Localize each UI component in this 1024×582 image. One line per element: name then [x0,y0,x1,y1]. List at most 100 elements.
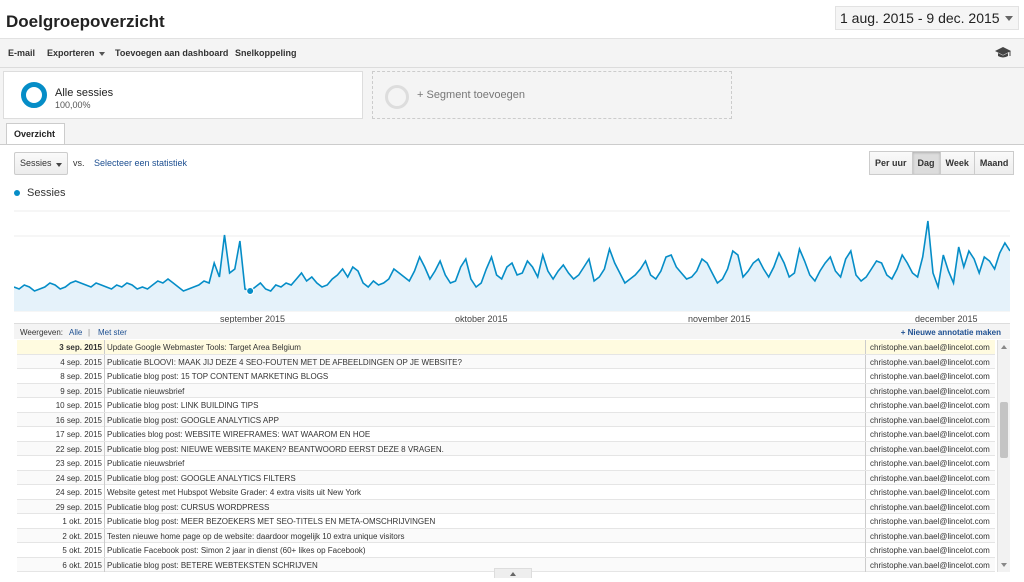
add-to-dashboard-button[interactable]: Toevoegen aan dashboard [115,48,228,58]
title-bar: Doelgroepoverzicht 1 aug. 2015 - 9 dec. … [0,0,1024,38]
annotation-row[interactable]: 3 sep. 2015 Update Google Webmaster Tools… [17,340,995,355]
annotation-date: 16 sep. 2015 [55,415,102,425]
annotation-user: christophe.van.bael@lincelot.com [865,543,995,557]
legend-label: Sessies [27,187,66,199]
annotation-user: christophe.van.bael@lincelot.com [865,340,995,354]
annotations-panel: Weergeven: Alle | Met ster + Nieuwe anno… [14,323,1010,575]
annotation-row[interactable]: 17 sep. 2015 Publicaties blog post: WEBSI… [17,427,995,442]
annotation-row[interactable]: 22 sep. 2015 Publicatie blog post: NIEUWE… [17,441,995,456]
highlight-point[interactable] [246,287,255,295]
date-range-picker[interactable]: 1 aug. 2015 - 9 dec. 2015 [835,6,1019,30]
filter-separator: | [88,328,91,337]
annotation-date: 4 sep. 2015 [60,357,102,367]
sessions-chart [14,210,1010,312]
annotation-text: Testen nieuwe home page op de website: d… [104,528,862,543]
annotation-date: 5 okt. 2015 [62,546,102,555]
add-segment-button[interactable]: + Segment toevoegen [372,71,732,119]
segment-area: Alle sessies 100,00% + Segment toevoegen [0,68,1024,144]
annotation-row[interactable]: 1 okt. 2015 Publicatie blog post: MEER BE… [17,514,995,529]
vs-label: vs. [73,158,85,168]
graduation-cap-icon[interactable] [995,46,1011,60]
legend-dot [14,190,20,196]
annotation-date: 23 sep. 2015 [55,459,102,468]
granularity-hour-button[interactable]: Per uur [869,151,913,175]
annotation-text: Publicatie blog post: 15 TOP CONTENT MAR… [104,369,862,383]
annotation-row[interactable]: 24 sep. 2015 Website getest met Hubspot W… [17,485,995,500]
segment-ring-icon [21,82,47,108]
annotation-user: christophe.van.bael@lincelot.com [865,441,995,456]
annotation-user: christophe.van.bael@lincelot.com [865,369,995,383]
metric-select-label: Sessies [20,158,52,168]
shortcut-button[interactable]: Snelkoppeling [235,48,297,58]
annotation-text: Publicaties blog post: WEBSITE WIREFRAME… [104,427,862,441]
annotation-row[interactable]: 9 sep. 2015 Publicatie nieuwsbrief christo… [17,383,995,398]
annotation-text: Publicatie blog post: LINK BUILDING TIPS [104,398,862,412]
scroll-up-icon[interactable] [1001,345,1007,349]
annotation-user: christophe.van.bael@lincelot.com [865,412,995,427]
annotation-text: Publicatie blog post: NIEUWE WEBSITE MAK… [104,441,862,456]
annotation-row[interactable]: 5 okt. 2015 Publicatie Facebook post: Sim… [17,543,995,558]
annotation-date: 22 sep. 2015 [55,444,102,454]
annotation-row[interactable]: 24 sep. 2015 Publicatie blog post: GOOGLE… [17,470,995,485]
scroll-down-icon[interactable] [1001,563,1007,567]
granularity-month-button[interactable]: Maand [973,151,1015,175]
annotation-text: Update Google Webmaster Tools: Target Ar… [104,340,862,354]
annotation-row[interactable]: 23 sep. 2015 Publicatie nieuwsbrief christ… [17,456,995,471]
annotation-row[interactable]: 4 sep. 2015 Publicatie BLOOVI: MAAK JIJ D… [17,354,995,369]
annotation-text: Publicatie blog post: CURSUS WORDPRESS [104,499,862,514]
annotations-header: Weergeven: Alle | Met ster + Nieuwe anno… [14,323,1010,339]
show-label: Weergeven: [20,328,63,337]
report-toolbar: E-mail Exporteren Toevoegen aan dashboar… [0,38,1024,68]
annotation-date: 24 sep. 2015 [55,488,102,497]
annotation-user: christophe.van.bael@lincelot.com [865,383,995,398]
annotation-user: christophe.van.bael@lincelot.com [865,398,995,412]
filter-starred-link[interactable]: Met ster [98,328,127,337]
main-panel: Sessies vs. Selecteer een statistiek Per… [0,145,1024,582]
annotation-row[interactable]: 16 sep. 2015 Publicatie blog post: GOOGLE… [17,412,995,427]
annotation-text: Publicatie nieuwsbrief [104,383,862,398]
page-title: Doelgroepoverzicht [6,12,165,31]
annotations-table: 3 sep. 2015 Update Google Webmaster Tools… [17,340,995,572]
email-button[interactable]: E-mail [8,48,35,58]
segment-name: Alle sessies [55,87,114,99]
export-label: Exporteren [47,48,95,58]
annotation-date: 3 sep. 2015 [59,343,102,352]
metric-select[interactable]: Sessies [14,152,68,175]
annotation-user: christophe.van.bael@lincelot.com [865,427,995,441]
empty-ring-icon [385,85,409,109]
annotation-row[interactable]: 10 sep. 2015 Publicatie blog post: LINK B… [17,398,995,413]
annotation-date: 29 sep. 2015 [55,502,102,512]
granularity-week-button[interactable]: Week [939,151,975,175]
select-stat-link[interactable]: Selecteer een statistiek [94,158,187,168]
export-button[interactable]: Exporteren [47,48,105,58]
annotation-date: 1 okt. 2015 [62,517,102,526]
annotation-date: 17 sep. 2015 [55,430,102,439]
annotation-row[interactable]: 2 okt. 2015 Testen nieuwe home page op de… [17,528,995,543]
annotation-user: christophe.van.bael@lincelot.com [865,557,995,572]
annotation-user: christophe.van.bael@lincelot.com [865,485,995,499]
annotation-text: Publicatie blog post: GOOGLE ANALYTICS A… [104,412,862,427]
new-annotation-link[interactable]: + Nieuwe annotatie maken [901,328,1001,337]
annotations-scrollbar[interactable] [997,340,1010,572]
segment-all-sessions[interactable]: Alle sessies 100,00% [3,71,363,119]
annotation-text: Website getest met Hubspot Website Grade… [104,485,862,499]
annotation-text: Publicatie BLOOVI: MAAK JIJ DEZE 4 SEO-F… [104,354,862,369]
add-segment-label: + Segment toevoegen [417,89,525,101]
annotation-user: christophe.van.bael@lincelot.com [865,354,995,369]
chevron-up-icon [510,572,516,576]
filter-all-link[interactable]: Alle [69,328,82,337]
annotation-row[interactable]: 8 sep. 2015 Publicatie blog post: 15 TOP … [17,369,995,384]
annotation-date: 2 okt. 2015 [62,531,102,541]
granularity-day-button[interactable]: Dag [911,151,941,175]
caret-down-icon [98,51,105,56]
tab-overview[interactable]: Overzicht [6,123,65,145]
annotation-row[interactable]: 29 sep. 2015 Publicatie blog post: CURSUS… [17,499,995,514]
scroll-thumb[interactable] [1000,402,1008,458]
annotation-user: christophe.van.bael@lincelot.com [865,456,995,470]
annotation-user: christophe.van.bael@lincelot.com [865,514,995,528]
annotation-text: Publicatie blog post: BETERE WEBTEKSTEN … [104,557,862,572]
caret-down-icon [56,163,62,167]
annotation-text: Publicatie nieuwsbrief [104,456,862,470]
chevron-down-icon [1005,16,1013,21]
collapse-button[interactable] [494,568,532,578]
